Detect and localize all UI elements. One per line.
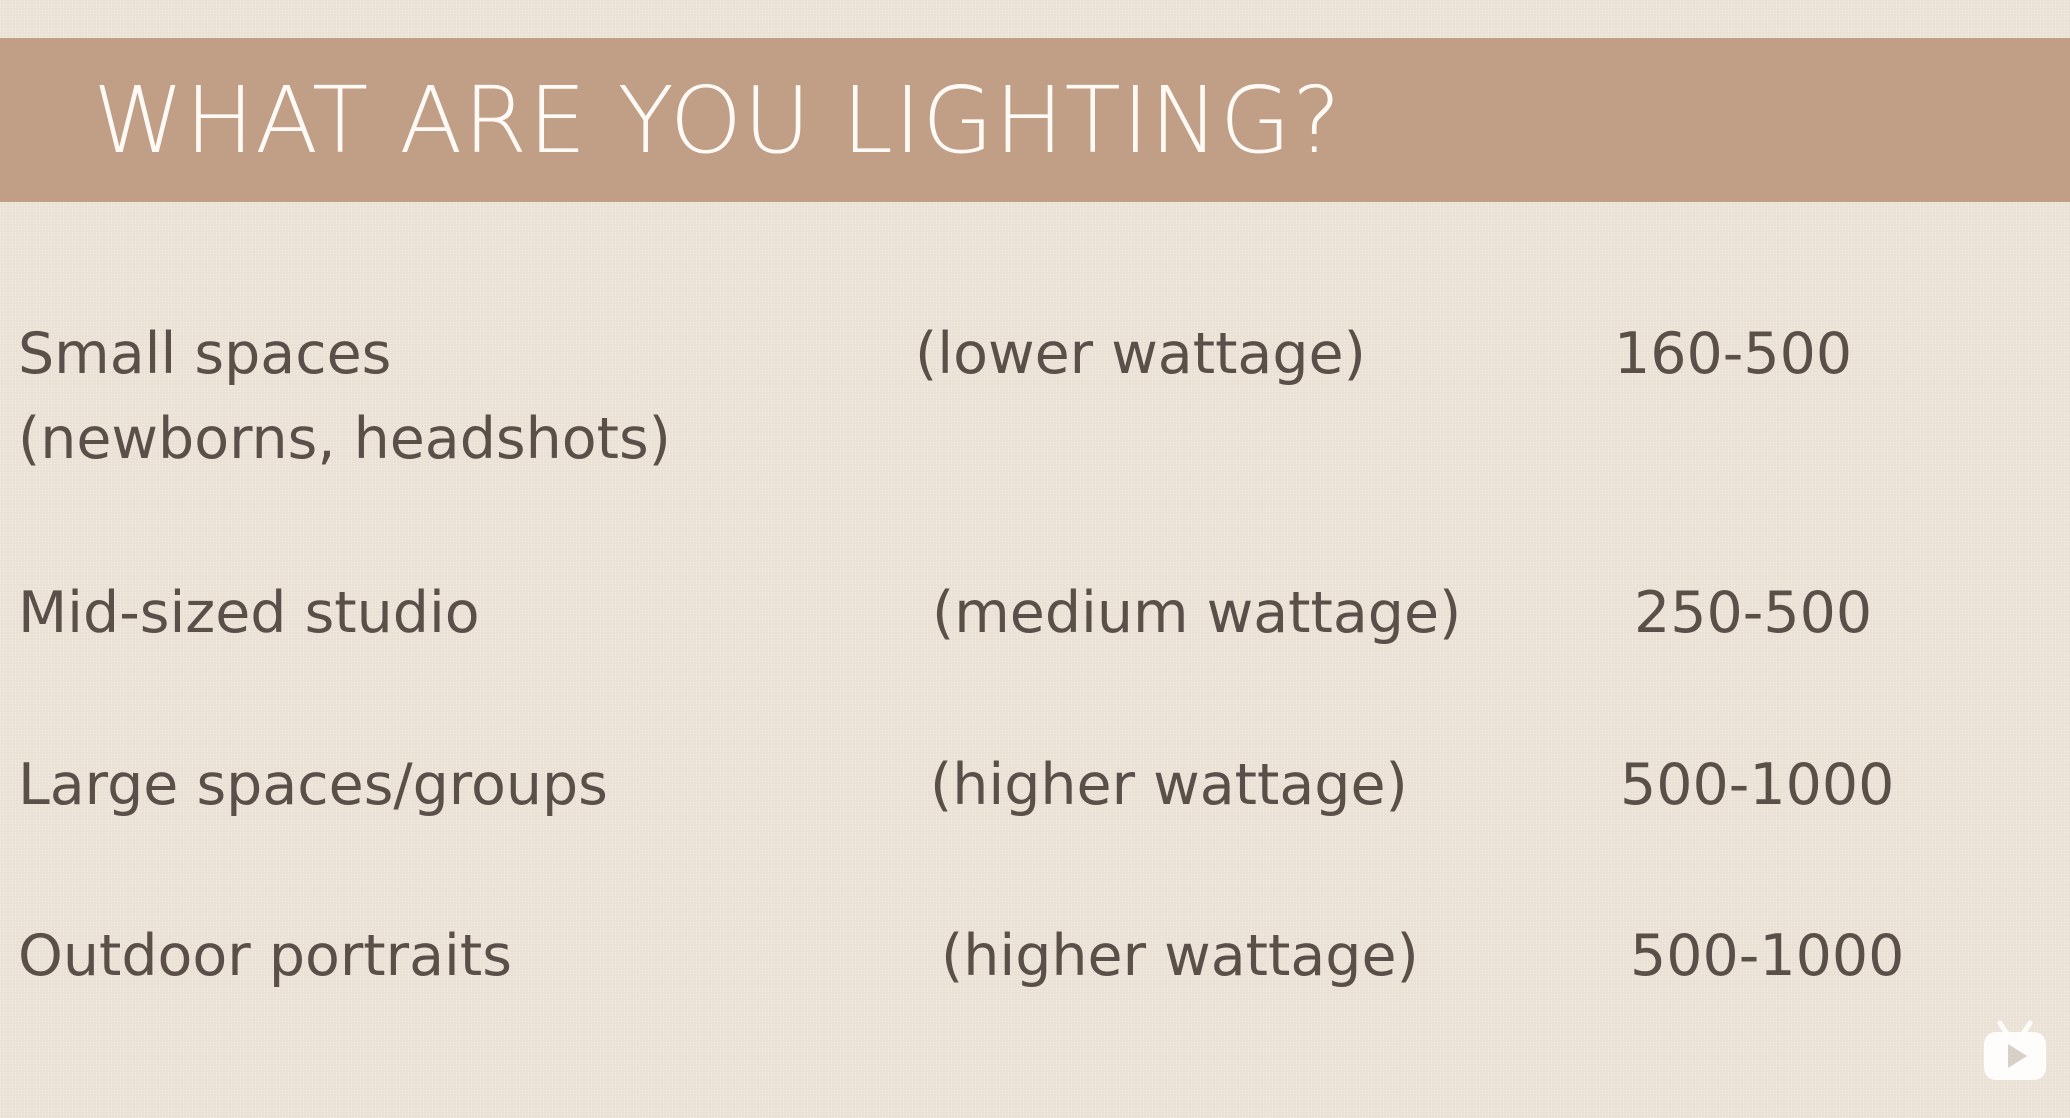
row-wattage-outdoor-portraits: (higher wattage) bbox=[941, 923, 1419, 989]
row-label-large-spaces: Large spaces/groups bbox=[18, 752, 608, 818]
video-play-icon[interactable] bbox=[1982, 1020, 2048, 1082]
row-range-large-spaces: 500-1000 bbox=[1620, 752, 1895, 818]
row-label-small-spaces: Small spaces bbox=[18, 321, 392, 387]
row-wattage-small-spaces: (lower wattage) bbox=[915, 321, 1366, 387]
row-range-mid-sized-studio: 250-500 bbox=[1634, 580, 1873, 646]
slide-title: WHAT ARE YOU LIGHTING? bbox=[93, 67, 1342, 174]
row-wattage-mid-sized-studio: (medium wattage) bbox=[932, 580, 1462, 646]
row-sublabel-small-spaces: (newborns, headshots) bbox=[18, 406, 671, 472]
slide: WHAT ARE YOU LIGHTING? Small spaces (new… bbox=[0, 0, 2070, 1118]
video-play-icon-svg bbox=[1984, 1020, 2046, 1080]
row-range-outdoor-portraits: 500-1000 bbox=[1630, 923, 1905, 989]
row-label-mid-sized-studio: Mid-sized studio bbox=[18, 580, 480, 646]
row-range-small-spaces: 160-500 bbox=[1614, 321, 1853, 387]
row-wattage-large-spaces: (higher wattage) bbox=[930, 752, 1408, 818]
row-label-outdoor-portraits: Outdoor portraits bbox=[18, 923, 512, 989]
